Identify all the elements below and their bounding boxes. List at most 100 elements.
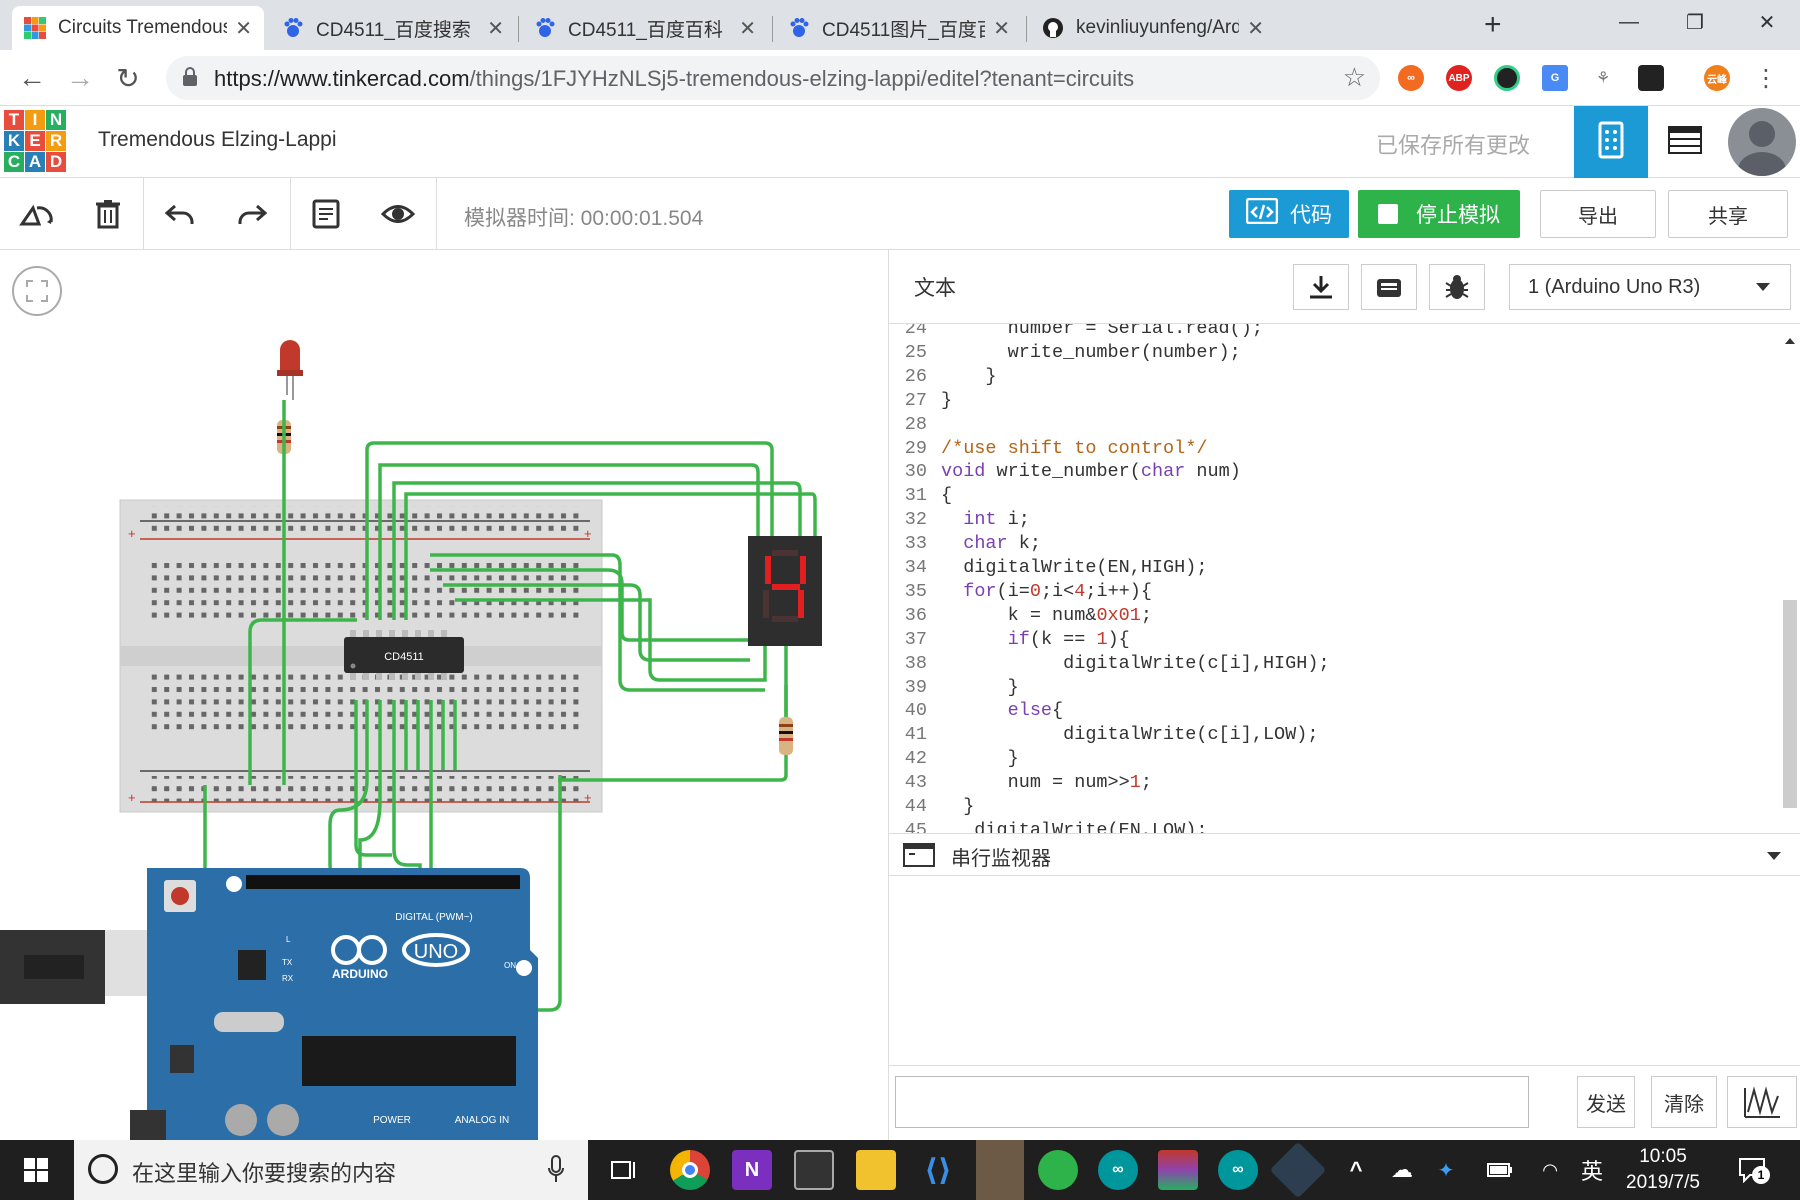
tinkercad-logo[interactable]: T I N K E R C A D bbox=[4, 110, 68, 174]
code-line[interactable]: 35 for(i=0;i<4;i++){ bbox=[889, 581, 1779, 605]
code-line[interactable]: 33 char k; bbox=[889, 533, 1779, 557]
circuit-view-button[interactable] bbox=[1574, 106, 1648, 178]
close-tab-icon[interactable]: ✕ bbox=[993, 16, 1010, 41]
arduino-ide-icon[interactable]: ∞ bbox=[1218, 1150, 1258, 1190]
avatar[interactable] bbox=[1728, 108, 1796, 176]
microphone-icon[interactable] bbox=[548, 1154, 564, 1189]
code-line[interactable]: 27} bbox=[889, 390, 1779, 414]
library-button[interactable] bbox=[1361, 264, 1417, 310]
code-line[interactable]: 43 num = num>>1; bbox=[889, 772, 1779, 796]
onenote-icon[interactable]: N bbox=[732, 1150, 772, 1190]
wechat-icon[interactable] bbox=[1038, 1150, 1078, 1190]
graph-button[interactable] bbox=[1727, 1076, 1797, 1128]
code-line[interactable]: 44 } bbox=[889, 796, 1779, 820]
taskbar-search-box[interactable]: 在这里输入你要搜索的内容 bbox=[74, 1140, 588, 1200]
terminal-icon[interactable] bbox=[794, 1150, 834, 1190]
serial-input[interactable] bbox=[895, 1076, 1529, 1128]
ime-indicator[interactable]: 英 bbox=[1572, 1150, 1612, 1190]
code-line[interactable]: 31 { bbox=[889, 485, 1779, 509]
redo-icon[interactable] bbox=[232, 194, 272, 234]
send-button[interactable]: 发送 bbox=[1577, 1076, 1635, 1128]
onedrive-cloud-icon[interactable]: ☁ bbox=[1382, 1150, 1422, 1190]
reload-icon[interactable]: ↻ bbox=[108, 58, 148, 98]
code-line[interactable]: 25 write_number(number); bbox=[889, 342, 1779, 366]
code-line[interactable]: 30 void write_number(char num) bbox=[889, 461, 1779, 485]
gitkraken-icon[interactable] bbox=[1269, 1141, 1327, 1199]
code-line[interactable]: 34 digitalWrite(EN,HIGH); bbox=[889, 557, 1779, 581]
close-tab-icon[interactable]: ✕ bbox=[487, 16, 504, 41]
battery-icon[interactable] bbox=[1480, 1150, 1520, 1190]
url-field[interactable]: https://www.tinkercad.com/things/1FJYHzN… bbox=[166, 56, 1380, 100]
serial-monitor-header[interactable]: 串行监视器 bbox=[889, 834, 1800, 876]
arduino-uno-board[interactable] bbox=[130, 868, 538, 1140]
extension-tree-icon[interactable]: ⚘ bbox=[1590, 65, 1616, 91]
notes-icon[interactable] bbox=[306, 194, 346, 234]
scroll-thumb[interactable] bbox=[1783, 600, 1797, 808]
clear-button[interactable]: 清除 bbox=[1651, 1076, 1717, 1128]
project-title[interactable]: Tremendous Elzing-Lappi bbox=[98, 128, 337, 152]
code-line[interactable]: 45 digitalWrite(EN,LOW); bbox=[889, 820, 1779, 833]
code-line[interactable]: 32 int i; bbox=[889, 509, 1779, 533]
code-button[interactable]: 代码 bbox=[1229, 190, 1349, 238]
resistor-display[interactable] bbox=[779, 717, 793, 755]
new-tab-button[interactable]: + bbox=[1484, 8, 1502, 42]
wifi-icon[interactable]: ◠ bbox=[1530, 1150, 1570, 1190]
chrome-menu-icon[interactable]: ⋮ bbox=[1746, 58, 1786, 98]
winrar-icon[interactable] bbox=[1158, 1150, 1198, 1190]
forward-arrow-icon[interactable]: → bbox=[60, 58, 100, 98]
scroll-up-icon[interactable] bbox=[1785, 338, 1795, 344]
undo-icon[interactable] bbox=[160, 194, 200, 234]
code-editor[interactable]: 24 number = Serial.read(); 25 write_numbe… bbox=[889, 324, 1800, 834]
tray-expand-icon[interactable]: ^ bbox=[1336, 1150, 1376, 1190]
circuit-canvas[interactable]: + + + + CD4511 UNO ARDUINO DIGITAL (PWM~… bbox=[0, 250, 888, 1140]
stop-simulation-button[interactable]: 停止模拟 bbox=[1358, 190, 1520, 238]
code-line[interactable]: 40 else{ bbox=[889, 700, 1779, 724]
extension-color-icon[interactable] bbox=[1494, 65, 1520, 91]
chrome-taskbar-icon[interactable] bbox=[670, 1150, 710, 1190]
minimize-icon[interactable]: — bbox=[1596, 0, 1662, 44]
tab-cd4511-search[interactable]: CD4511_百度搜索 ✕ bbox=[270, 6, 516, 50]
tab-cd4511-baike[interactable]: CD4511_百度百科 ✕ bbox=[522, 6, 768, 50]
google-translate-icon[interactable]: G bbox=[1542, 65, 1568, 91]
back-arrow-icon[interactable]: ← bbox=[12, 58, 52, 98]
code-line[interactable]: 24 number = Serial.read(); bbox=[889, 324, 1779, 342]
close-tab-icon[interactable]: ✕ bbox=[235, 16, 252, 41]
task-view-icon[interactable] bbox=[604, 1150, 644, 1190]
code-line[interactable]: 29 /*use shift to control*/ bbox=[889, 438, 1779, 462]
close-tab-icon[interactable]: ✕ bbox=[739, 16, 756, 41]
code-line[interactable]: 37 if(k == 1){ bbox=[889, 629, 1779, 653]
code-line[interactable]: 42 } bbox=[889, 748, 1779, 772]
component-list-button[interactable] bbox=[1648, 106, 1722, 178]
file-explorer-icon[interactable] bbox=[856, 1150, 896, 1190]
windows-start-icon[interactable] bbox=[16, 1150, 56, 1190]
restore-icon[interactable]: ❐ bbox=[1662, 0, 1728, 44]
code-line[interactable]: 36 k = num&0x01; bbox=[889, 605, 1779, 629]
seven-segment-display[interactable] bbox=[748, 536, 822, 646]
code-line[interactable]: 41 digitalWrite(c[i],LOW); bbox=[889, 724, 1779, 748]
share-button[interactable]: 共享 bbox=[1668, 190, 1788, 238]
close-window-icon[interactable]: ✕ bbox=[1734, 0, 1800, 44]
export-button[interactable]: 导出 bbox=[1540, 190, 1656, 238]
tab-cd4511-images[interactable]: CD4511图片_百度百科 ✕ bbox=[776, 6, 1022, 50]
red-led[interactable] bbox=[277, 340, 303, 400]
visibility-eye-icon[interactable] bbox=[378, 194, 418, 234]
delete-icon[interactable] bbox=[88, 194, 128, 234]
device-select[interactable]: 1 (Arduino Uno R3) bbox=[1509, 264, 1791, 310]
code-scrollbar[interactable] bbox=[1779, 338, 1800, 818]
chevron-down-icon[interactable] bbox=[1767, 852, 1781, 860]
debugger-button[interactable] bbox=[1429, 264, 1485, 310]
user-profile-badge[interactable]: 云峰 bbox=[1704, 65, 1730, 91]
adblock-plus-icon[interactable]: ABP bbox=[1446, 65, 1472, 91]
vscode-icon[interactable]: ⟨⟩ bbox=[918, 1150, 958, 1190]
code-line[interactable]: 28 bbox=[889, 414, 1779, 438]
close-tab-icon[interactable]: ✕ bbox=[1247, 16, 1264, 41]
arduino-ide-icon[interactable]: ∞ bbox=[1098, 1150, 1138, 1190]
extension-infinity-icon[interactable]: ∞ bbox=[1398, 65, 1424, 91]
notification-center-icon[interactable]: 1 bbox=[1732, 1150, 1772, 1190]
tab-github[interactable]: kevinliuyunfeng/Ardui ✕ bbox=[1030, 6, 1276, 50]
download-code-button[interactable] bbox=[1293, 264, 1349, 310]
active-app-icon[interactable] bbox=[976, 1140, 1024, 1200]
bookmark-star-icon[interactable]: ☆ bbox=[1343, 62, 1366, 93]
code-line[interactable]: 38 digitalWrite(c[i],HIGH); bbox=[889, 653, 1779, 677]
code-line[interactable]: 26 } bbox=[889, 366, 1779, 390]
